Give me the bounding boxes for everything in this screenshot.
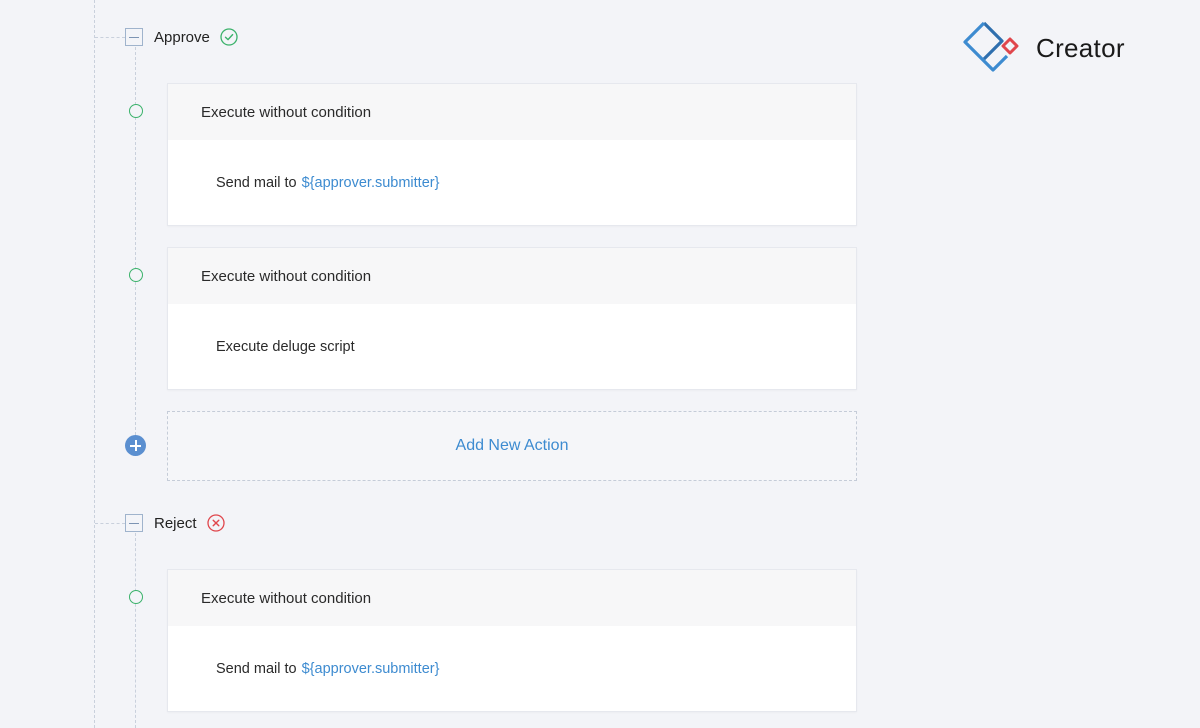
action-text: Execute deluge script [216, 339, 355, 355]
action-text: Send mail to [216, 175, 297, 191]
action-body: Execute deluge script [168, 304, 856, 390]
action-card[interactable]: Execute without condition Execute deluge… [167, 247, 857, 390]
action-condition: Execute without condition [168, 570, 856, 626]
add-new-action-button[interactable]: Add New Action [167, 411, 857, 481]
action-card[interactable]: Execute without condition Send mail to $… [167, 83, 857, 226]
check-circle-icon [220, 28, 238, 46]
action-node-dot [129, 590, 143, 604]
approve-section-title: Approve [154, 28, 210, 46]
x-circle-icon [206, 514, 225, 532]
mail-target-link[interactable]: ${approver.submitter} [302, 175, 440, 191]
action-card[interactable]: Execute without condition Send mail to $… [167, 569, 857, 712]
reject-branch-line [95, 523, 125, 524]
approve-section-header: Approve [125, 28, 238, 46]
creator-logo: Creator [962, 20, 1125, 76]
brand-name: Creator [1036, 32, 1125, 63]
action-body: Send mail to ${approver.submitter} [168, 140, 856, 226]
action-body: Send mail to ${approver.submitter} [168, 626, 856, 712]
approve-branch-line [95, 37, 125, 38]
action-condition: Execute without condition [168, 248, 856, 304]
reject-section-header: Reject [125, 514, 225, 532]
action-node-dot [129, 104, 143, 118]
reject-section-title: Reject [154, 514, 197, 532]
action-condition: Execute without condition [168, 84, 856, 140]
add-action-plus-icon[interactable] [125, 435, 146, 456]
outer-tree-line [94, 0, 95, 728]
mail-target-link[interactable]: ${approver.submitter} [302, 661, 440, 677]
creator-diamond-logo-icon [963, 21, 1019, 72]
action-node-dot [129, 268, 143, 282]
reject-tree-line [135, 533, 136, 728]
approve-collapse-button[interactable] [125, 28, 143, 46]
reject-collapse-button[interactable] [125, 514, 143, 532]
action-text: Send mail to [216, 661, 297, 677]
